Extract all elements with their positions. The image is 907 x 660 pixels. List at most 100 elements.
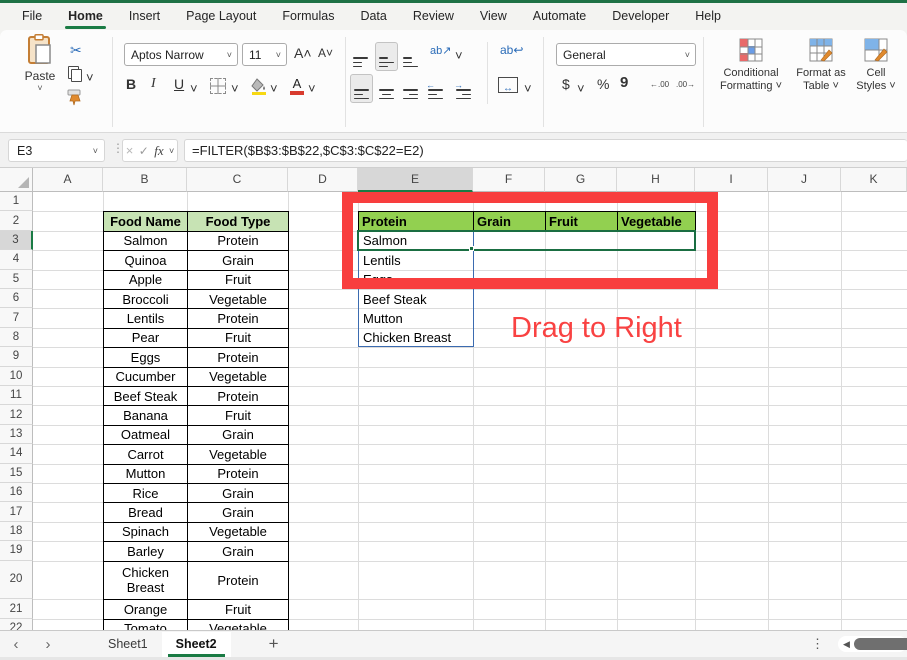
row-header-22[interactable]: 22 <box>0 618 33 630</box>
food-type-cell[interactable]: Vegetable <box>187 521 289 543</box>
food-type-cell[interactable]: Fruit <box>187 269 289 290</box>
increase-indent-button[interactable]: → <box>454 78 471 100</box>
enter-icon[interactable]: ✓ <box>139 144 149 158</box>
tab-help[interactable]: Help <box>682 3 734 30</box>
food-name-cell[interactable]: Orange <box>103 599 188 620</box>
merge-center-button[interactable]: ↔ <box>498 77 518 94</box>
tab-automate[interactable]: Automate <box>520 3 600 30</box>
food-table-header[interactable]: Food Name <box>103 211 188 232</box>
column-header-b[interactable]: B <box>103 168 187 192</box>
orientation-button[interactable]: ab↗ <box>430 44 451 57</box>
food-name-cell[interactable]: Banana <box>103 405 188 426</box>
food-name-cell[interactable]: Oatmeal <box>103 424 188 446</box>
paste-chevron[interactable]: ˅ <box>18 83 62 93</box>
row-header-20[interactable]: 20 <box>0 560 33 600</box>
comma-style-button[interactable]: 9 <box>620 74 628 91</box>
food-name-cell[interactable]: Broccoli <box>103 289 188 310</box>
fill-color-button[interactable] <box>250 77 268 100</box>
tab-insert[interactable]: Insert <box>116 3 173 30</box>
cancel-icon[interactable]: × <box>126 143 134 158</box>
select-all-corner[interactable] <box>0 168 33 192</box>
orientation-chevron[interactable]: ˅ <box>455 48 463 63</box>
tab-view[interactable]: View <box>467 3 520 30</box>
decrease-decimal-button[interactable]: .00→ <box>676 80 695 89</box>
add-sheet-button[interactable]: + <box>269 634 279 654</box>
row-header-21[interactable]: 21 <box>0 599 33 619</box>
food-name-cell[interactable]: Mutton <box>103 463 188 484</box>
food-name-cell[interactable]: Tomato <box>103 618 188 630</box>
name-box-chevron[interactable]: ˅ <box>93 146 98 156</box>
row-header-4[interactable]: 4 <box>0 250 33 270</box>
fx-chevron[interactable]: ˅ <box>169 146 174 156</box>
column-header-c[interactable]: C <box>187 168 288 192</box>
column-header-j[interactable]: J <box>768 168 841 192</box>
align-left-button[interactable] <box>350 74 373 104</box>
column-header-e[interactable]: E <box>358 168 473 192</box>
formula-input[interactable]: =FILTER($B$3:$B$22,$C$3:$C$22=E2) <box>184 139 907 162</box>
font-name-combobox[interactable]: Aptos Narrow ˅ <box>124 43 238 66</box>
food-name-cell[interactable]: Apple <box>103 269 188 290</box>
food-name-cell[interactable]: Pear <box>103 327 188 349</box>
food-type-cell[interactable]: Fruit <box>187 327 289 349</box>
accounting-format-button[interactable]: $ <box>562 76 570 92</box>
row-header-3[interactable]: 3 <box>0 230 33 251</box>
food-type-cell[interactable]: Protein <box>187 463 289 484</box>
column-header-g[interactable]: G <box>545 168 617 192</box>
food-name-cell[interactable]: Eggs <box>103 347 188 368</box>
increase-decimal-button[interactable]: ←.00 <box>650 80 669 89</box>
align-middle-button[interactable] <box>375 42 398 72</box>
tab-page-layout[interactable]: Page Layout <box>173 3 269 30</box>
copy-button[interactable] <box>68 66 82 85</box>
font-size-combobox[interactable]: 11 ˅ <box>242 43 287 66</box>
food-name-cell[interactable]: Carrot <box>103 444 188 465</box>
food-type-cell[interactable]: Grain <box>187 483 289 504</box>
column-header-i[interactable]: I <box>695 168 768 192</box>
food-type-cell[interactable]: Grain <box>187 250 289 271</box>
food-name-cell[interactable]: Beef Steak <box>103 386 188 407</box>
scroll-left-icon[interactable]: ◀ <box>843 639 850 650</box>
food-name-cell[interactable]: Barley <box>103 541 188 562</box>
align-right-button[interactable] <box>403 78 418 100</box>
sheet-nav-left-icon[interactable]: ‹ <box>0 636 32 653</box>
food-type-cell[interactable]: Grain <box>187 541 289 562</box>
food-type-cell[interactable]: Vegetable <box>187 444 289 465</box>
row-header-16[interactable]: 16 <box>0 483 33 503</box>
food-type-cell[interactable]: Grain <box>187 424 289 446</box>
column-header-d[interactable]: D <box>288 168 358 192</box>
format-as-table-button[interactable]: Format as Table ˅ <box>792 38 850 93</box>
decrease-font-size-button[interactable]: A˅ <box>318 46 333 60</box>
row-header-6[interactable]: 6 <box>0 289 33 309</box>
row-header-14[interactable]: 14 <box>0 444 33 464</box>
row-header-19[interactable]: 19 <box>0 541 33 561</box>
fill-color-chevron[interactable]: ˅ <box>270 81 278 96</box>
food-name-cell[interactable]: Bread <box>103 502 188 523</box>
italic-button[interactable]: I <box>151 76 156 92</box>
sheet-tab-sheet2[interactable]: Sheet2 <box>161 631 231 657</box>
tab-home[interactable]: Home <box>55 3 116 30</box>
font-color-chevron[interactable]: ˅ <box>308 81 316 96</box>
borders-chevron[interactable]: ˅ <box>231 81 239 96</box>
food-name-cell[interactable]: Quinoa <box>103 250 188 271</box>
food-type-cell[interactable]: Fruit <box>187 599 289 620</box>
insert-function-icon[interactable]: fx <box>154 143 163 159</box>
decrease-indent-button[interactable]: ← <box>426 78 443 100</box>
column-header-a[interactable]: A <box>33 168 103 192</box>
row-header-15[interactable]: 15 <box>0 463 33 483</box>
food-name-cell[interactable]: Cucumber <box>103 366 188 387</box>
food-name-cell[interactable]: Chicken Breast <box>103 560 188 601</box>
row-header-8[interactable]: 8 <box>0 327 33 348</box>
row-header-13[interactable]: 13 <box>0 424 33 445</box>
align-center-button[interactable] <box>379 78 394 100</box>
food-type-cell[interactable]: Vegetable <box>187 289 289 310</box>
format-painter-button[interactable] <box>66 88 84 111</box>
tab-review[interactable]: Review <box>400 3 467 30</box>
row-header-18[interactable]: 18 <box>0 521 33 542</box>
row-header-1[interactable]: 1 <box>0 192 33 212</box>
food-type-cell[interactable]: Protein <box>187 386 289 407</box>
worksheet-grid[interactable]: A B C D E F G H I J K 1 2 3 4 5 6 7 8 9 10 11 12 13 14 15 16 17 18 19… <box>0 168 907 630</box>
align-bottom-button[interactable] <box>403 46 418 68</box>
copy-chevron[interactable]: ˅ <box>86 70 94 85</box>
food-type-cell[interactable]: Vegetable <box>187 618 289 630</box>
tab-data[interactable]: Data <box>347 3 399 30</box>
column-header-f[interactable]: F <box>473 168 545 192</box>
